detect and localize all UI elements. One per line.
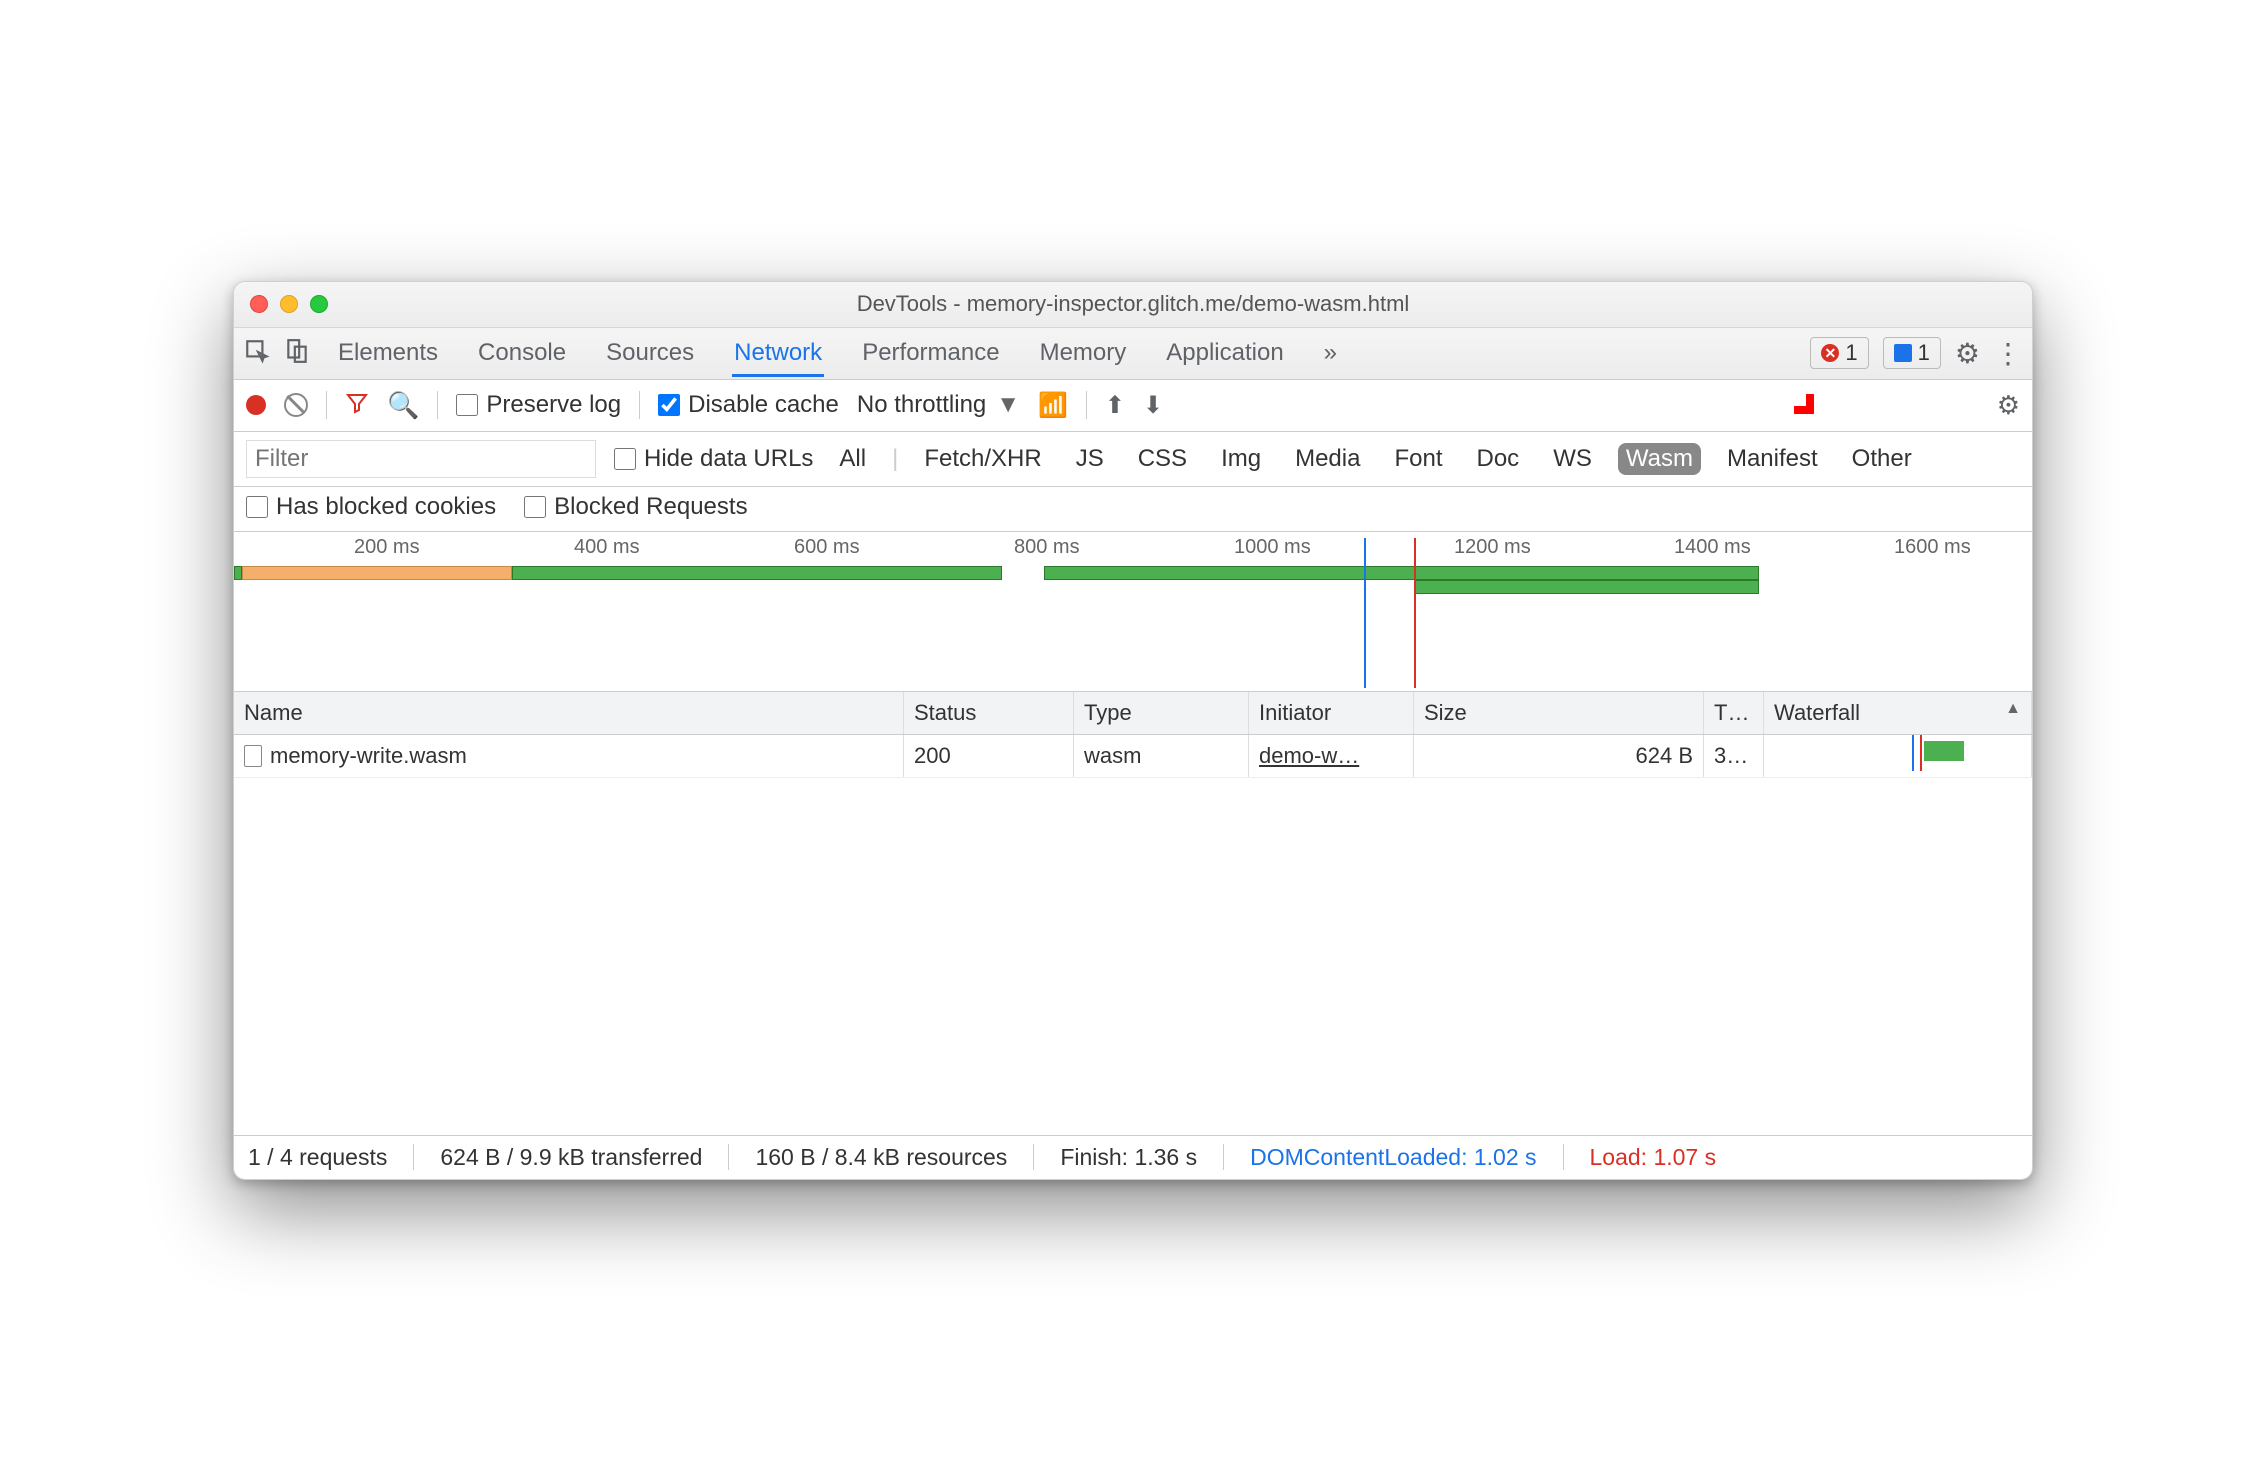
record-button[interactable] [246, 395, 266, 415]
throttling-select[interactable]: No throttling▼ [857, 391, 1020, 419]
resource-type-filters: All | Fetch/XHR JS CSS Img Media Font Do… [831, 443, 1919, 475]
table-header: Name Status Type Initiator Size T… Water… [234, 692, 2032, 735]
request-initiator[interactable]: demo-w… [1259, 743, 1359, 768]
footer-load: Load: 1.07 s [1590, 1144, 1717, 1171]
overview-bar [512, 566, 1002, 580]
error-badge[interactable]: ✕1 [1810, 337, 1868, 369]
device-toggle-icon[interactable] [284, 338, 310, 369]
request-size: 624 B [1414, 735, 1704, 777]
filter-type-manifest[interactable]: Manifest [1719, 443, 1826, 475]
filter-input[interactable] [246, 440, 596, 478]
disable-cache-checkbox[interactable]: Disable cache [658, 391, 839, 419]
devtools-window: DevTools - memory-inspector.glitch.me/de… [233, 281, 2033, 1180]
tab-network[interactable]: Network [732, 329, 824, 377]
filter-type-wasm[interactable]: Wasm [1618, 443, 1701, 475]
request-status: 200 [904, 735, 1074, 777]
filter-type-js[interactable]: JS [1068, 443, 1112, 475]
col-size[interactable]: Size [1414, 692, 1704, 734]
filter-type-media[interactable]: Media [1287, 443, 1368, 475]
table-row[interactable]: memory-write.wasm 200 wasm demo-w… 624 B… [234, 735, 2032, 778]
tab-more[interactable]: » [1322, 329, 1339, 377]
footer-transferred: 624 B / 9.9 kB transferred [440, 1144, 702, 1171]
col-waterfall[interactable]: Waterfall▲ [1764, 692, 2032, 734]
search-icon[interactable]: 🔍 [387, 390, 419, 421]
filter-type-img[interactable]: Img [1213, 443, 1269, 475]
filter-toggle-icon[interactable] [345, 391, 369, 420]
overview-bar [1414, 580, 1759, 594]
network-conditions-icon[interactable]: 📶 [1038, 391, 1068, 420]
tab-application[interactable]: Application [1164, 329, 1285, 377]
network-toolbar: 🔍 Preserve log Disable cache No throttli… [234, 380, 2032, 432]
filter-type-font[interactable]: Font [1386, 443, 1450, 475]
download-har-icon[interactable]: ⬇ [1143, 391, 1163, 420]
footer-requests: 1 / 4 requests [248, 1144, 387, 1171]
tab-sources[interactable]: Sources [604, 329, 696, 377]
upload-har-icon[interactable]: ⬆ [1105, 391, 1125, 420]
tab-performance[interactable]: Performance [860, 329, 1001, 377]
main-tabbar: Elements Console Sources Network Perform… [234, 328, 2032, 380]
footer-resources: 160 B / 8.4 kB resources [755, 1144, 1007, 1171]
sort-arrow-icon: ▲ [2005, 700, 2021, 726]
window-title: DevTools - memory-inspector.glitch.me/de… [234, 291, 2032, 317]
filter-bar-2: Has blocked cookies Blocked Requests [234, 487, 2032, 532]
filter-type-fetch[interactable]: Fetch/XHR [916, 443, 1049, 475]
footer-finish: Finish: 1.36 s [1060, 1144, 1197, 1171]
filter-type-ws[interactable]: WS [1545, 443, 1600, 475]
overview-bar [242, 566, 512, 580]
waterfall-cell [1764, 735, 2032, 777]
request-type: wasm [1074, 735, 1249, 777]
table-body: memory-write.wasm 200 wasm demo-w… 624 B… [234, 735, 2032, 1135]
inspect-icon[interactable] [244, 338, 270, 369]
toolbar-gear-icon[interactable]: ⚙ [1997, 390, 2020, 421]
load-marker [1414, 538, 1416, 688]
preserve-log-checkbox[interactable]: Preserve log [456, 391, 621, 419]
status-footer: 1 / 4 requests 624 B / 9.9 kB transferre… [234, 1135, 2032, 1179]
footer-dcl: DOMContentLoaded: 1.02 s [1250, 1144, 1536, 1171]
tab-console[interactable]: Console [476, 329, 568, 377]
tab-elements[interactable]: Elements [336, 329, 440, 377]
blocked-requests-checkbox[interactable]: Blocked Requests [524, 493, 747, 521]
filter-type-other[interactable]: Other [1844, 443, 1920, 475]
tab-memory[interactable]: Memory [1038, 329, 1129, 377]
filter-type-all[interactable]: All [831, 443, 874, 475]
col-type[interactable]: Type [1074, 692, 1249, 734]
col-name[interactable]: Name [234, 692, 904, 734]
col-status[interactable]: Status [904, 692, 1074, 734]
message-badge[interactable]: 1 [1883, 337, 1941, 369]
settings-gear-icon[interactable]: ⚙ [1955, 337, 1980, 370]
filter-bar: Hide data URLs All | Fetch/XHR JS CSS Im… [234, 432, 2032, 487]
request-name: memory-write.wasm [270, 743, 467, 769]
filter-type-doc[interactable]: Doc [1469, 443, 1528, 475]
timeline-overview[interactable]: 200 ms 400 ms 600 ms 800 ms 1000 ms 1200… [234, 532, 2032, 692]
clear-button[interactable] [284, 393, 308, 417]
request-time: 3… [1704, 735, 1764, 777]
blocked-cookies-checkbox[interactable]: Has blocked cookies [246, 493, 496, 521]
overview-bar [234, 566, 242, 580]
file-icon [244, 745, 262, 767]
annotation-arrow-icon [1774, 374, 1822, 433]
col-initiator[interactable]: Initiator [1249, 692, 1414, 734]
filter-type-css[interactable]: CSS [1130, 443, 1195, 475]
waterfall-bar [1924, 741, 1964, 761]
titlebar: DevTools - memory-inspector.glitch.me/de… [234, 282, 2032, 328]
kebab-menu-icon[interactable]: ⋮ [1994, 337, 2022, 370]
dcl-marker [1364, 538, 1366, 688]
col-time[interactable]: T… [1704, 692, 1764, 734]
hide-data-urls-checkbox[interactable]: Hide data URLs [614, 445, 813, 473]
overview-bar [1044, 566, 1759, 580]
